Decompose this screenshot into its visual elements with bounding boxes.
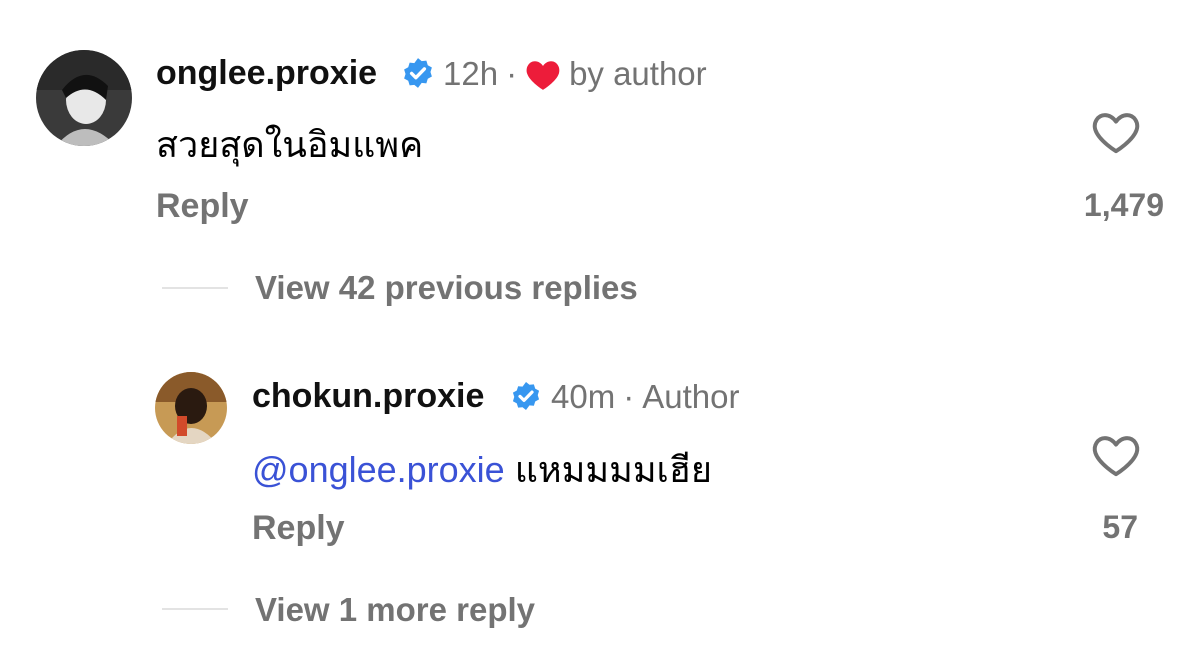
heart-outline-icon[interactable]	[1091, 432, 1141, 478]
comment-reply-button[interactable]: Reply	[156, 187, 249, 226]
replies-divider	[162, 287, 228, 289]
view-more-reply-button[interactable]: View 1 more reply	[255, 591, 535, 629]
meta-separator: ·	[623, 378, 635, 415]
heart-filled-icon	[526, 60, 560, 90]
avatar-onglee[interactable]	[36, 50, 132, 146]
verified-badge-icon	[512, 382, 540, 410]
liked-by-author-label: by author	[569, 55, 707, 92]
avatar-chokun[interactable]	[155, 372, 227, 444]
reply-like-count: 57	[1102, 509, 1138, 545]
verified-badge-icon	[404, 58, 432, 88]
reply-username[interactable]: chokun.proxie	[252, 377, 484, 416]
replies-divider	[162, 608, 228, 610]
reply-reply-button[interactable]: Reply	[252, 509, 345, 548]
comment-text: สวยสุดในอิมแพค	[156, 124, 424, 165]
mention-link[interactable]: @onglee.proxie	[252, 449, 505, 490]
reply-time: 40m	[551, 378, 616, 415]
comment-meta: 12h · by author	[443, 55, 707, 93]
comment-username[interactable]: onglee.proxie	[156, 54, 377, 93]
comment-time: 12h	[443, 55, 499, 92]
author-label: Author	[642, 378, 740, 415]
heart-outline-icon[interactable]	[1091, 109, 1141, 155]
view-previous-replies-button[interactable]: View 42 previous replies	[255, 269, 638, 307]
reply-body: แหมมมมเฮีย	[504, 449, 712, 490]
reply-text: @onglee.proxie แหมมมมเฮีย	[252, 441, 712, 498]
reply-meta: 40m · Author	[551, 378, 739, 416]
comment-like-count: 1,479	[1083, 187, 1164, 223]
meta-separator: ·	[506, 55, 518, 92]
